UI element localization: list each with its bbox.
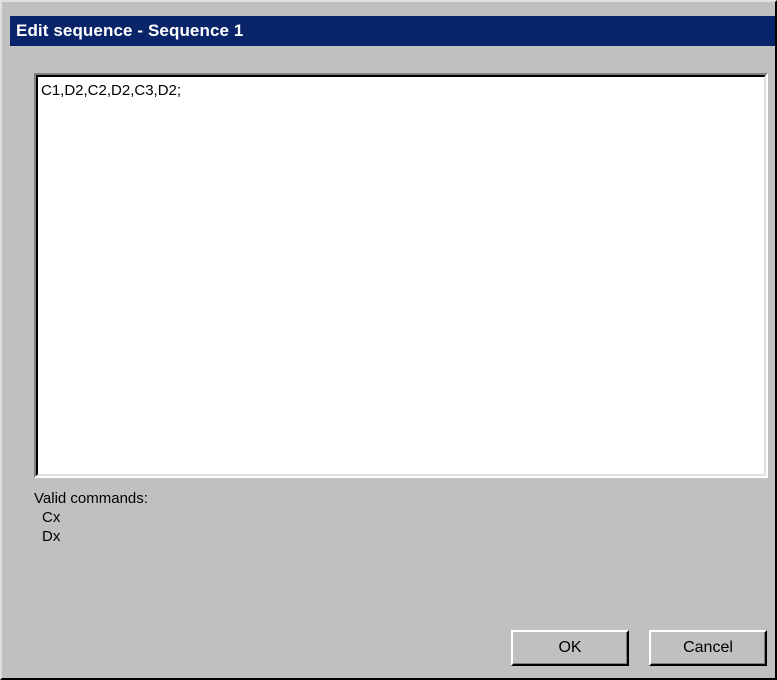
dialog-title: Edit sequence - Sequence 1 bbox=[16, 21, 244, 40]
valid-command-dx: Dx bbox=[42, 528, 61, 545]
valid-command-cx: Cx bbox=[42, 509, 61, 526]
cancel-button[interactable]: Cancel bbox=[649, 630, 767, 666]
ok-button-focus-ring bbox=[517, 636, 623, 660]
edit-sequence-dialog: Edit sequence - Sequence 1 C1,D2,C2,D2,C… bbox=[0, 0, 777, 680]
sequence-editor-inner[interactable]: C1,D2,C2,D2,C3,D2; bbox=[36, 75, 766, 476]
valid-commands-label: Valid commands: bbox=[34, 490, 148, 507]
ok-button[interactable]: OK bbox=[511, 630, 629, 666]
dialog-title-bar[interactable]: Edit sequence - Sequence 1 bbox=[10, 16, 775, 46]
cancel-button-label: Cancel bbox=[683, 639, 733, 656]
sequence-text[interactable]: C1,D2,C2,D2,C3,D2; bbox=[41, 82, 181, 99]
sequence-editor[interactable]: C1,D2,C2,D2,C3,D2; bbox=[34, 73, 768, 478]
